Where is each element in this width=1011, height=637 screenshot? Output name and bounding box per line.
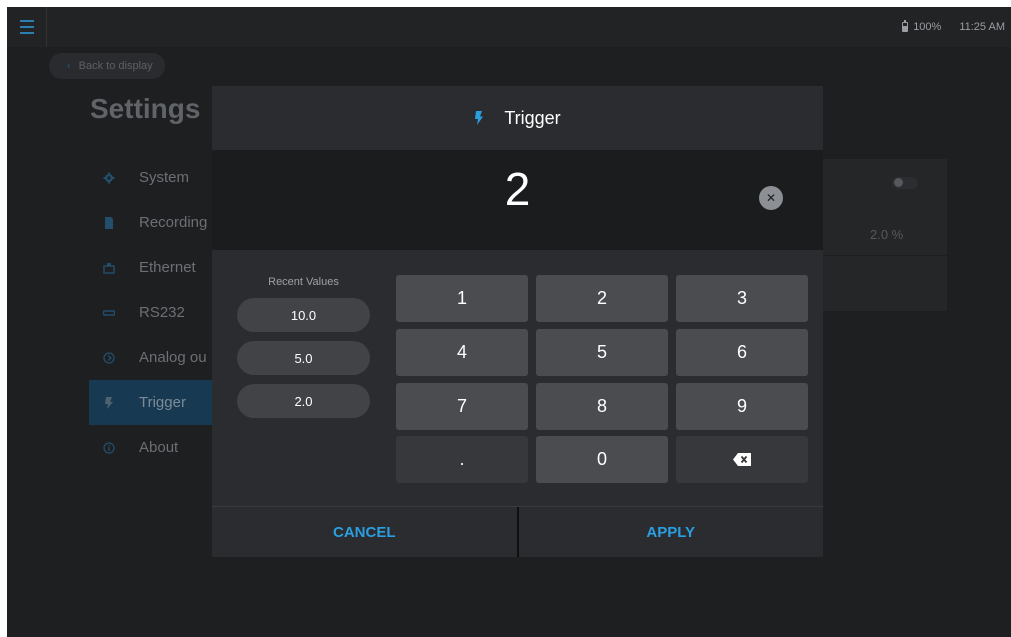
recent-values-label: Recent Values [268,276,339,288]
key-7[interactable]: 7 [396,383,528,430]
bolt-icon [103,396,115,409]
bolt-icon [474,111,484,125]
recent-value-button[interactable]: 5.0 [237,341,370,375]
apply-button[interactable]: APPLY [519,507,824,557]
clock: 11:25 AM [959,21,1005,33]
page-title: Settings [90,93,201,124]
backspace-icon [733,453,751,466]
sidebar-item-label: Analog ou [139,349,207,366]
trigger-input-dialog: Trigger 2 ✕ Recent Values 10.0 5.0 2.0 1… [212,86,823,557]
key-4[interactable]: 4 [396,329,528,376]
backspace-button[interactable] [676,436,808,483]
info-icon [103,441,115,454]
top-bar: 100% 11:25 AM [7,7,1011,47]
battery-icon [902,20,909,32]
key-8[interactable]: 8 [536,383,668,430]
sidebar-item-label: Trigger [139,394,186,411]
key-6[interactable]: 6 [676,329,808,376]
back-to-display-button[interactable]: ‹ Back to display [49,53,165,79]
menu-button[interactable] [7,7,47,47]
key-0[interactable]: 0 [536,436,668,483]
dialog-header: Trigger [212,86,823,150]
dialog-footer: CANCEL APPLY [212,506,823,557]
toggle-switch[interactable] [892,177,918,189]
sidebar-item-label: About [139,439,179,456]
value-display: 2 ✕ [212,150,823,250]
battery-level: 100% [913,21,942,33]
chevron-left-icon: ‹ [67,60,71,72]
entered-value: 2 [504,163,531,215]
status-area: 100% 11:25 AM [902,7,1005,47]
back-label: Back to display [78,60,153,72]
recent-value-button[interactable]: 2.0 [237,384,370,418]
key-3[interactable]: 3 [676,275,808,322]
battery-status: 100% [902,20,942,33]
cancel-button[interactable]: CANCEL [212,507,517,557]
clear-value-button[interactable]: ✕ [759,186,783,210]
hamburger-icon [19,18,34,36]
screen: 100% 11:25 AM ‹ Back to display Settings… [7,7,1011,637]
close-icon: ✕ [765,191,777,205]
key-5[interactable]: 5 [536,329,668,376]
recent-value-button[interactable]: 10.0 [237,298,370,332]
document-icon [103,216,115,229]
analog-icon [103,351,115,364]
serial-icon [103,307,115,319]
key-decimal[interactable]: . [396,436,528,483]
key-1[interactable]: 1 [396,275,528,322]
ethernet-icon [103,262,115,274]
dialog-title: Trigger [504,107,561,128]
key-9[interactable]: 9 [676,383,808,430]
threshold-value: 2.0 % [870,227,904,242]
sidebar-item-label: Recording [139,214,208,231]
gear-icon [103,172,115,184]
settings-detail-panel: 2.0 % [822,159,947,311]
sidebar-item-label: RS232 [139,304,185,321]
sidebar-item-label: System [139,169,190,186]
key-2[interactable]: 2 [536,275,668,322]
divider [822,255,947,256]
sidebar-item-label: Ethernet [139,259,196,276]
